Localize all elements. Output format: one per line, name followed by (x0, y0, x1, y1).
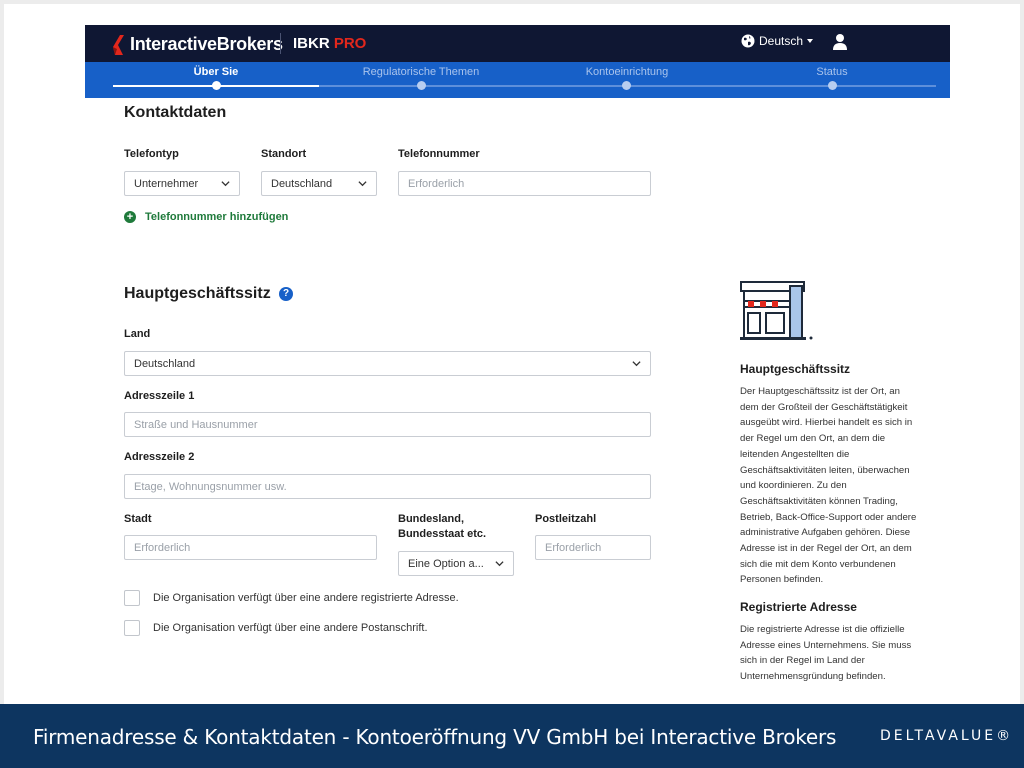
side-text-line: administrative Aufgaben gehören. Diese (740, 527, 911, 539)
side-title-hq: Hauptgeschäftssitz (740, 362, 851, 376)
plus-circle-icon: + (124, 211, 136, 223)
step-dot (417, 81, 426, 90)
location-value: Deutschland (271, 177, 333, 190)
location-label: Standort (261, 148, 307, 160)
address2-label: Adresszeile 2 (124, 451, 195, 463)
location-select[interactable]: Deutschland (261, 171, 377, 196)
side-text-line: Adresse eines Unternehmens. Sie muss (740, 639, 912, 651)
ib-logo-icon (113, 34, 124, 55)
chevron-down-icon (358, 181, 367, 187)
side-text-line: Betrieb, Back-Office-Support oder andere (740, 511, 917, 523)
add-phone-link[interactable]: + Telefonnummer hinzufügen (124, 211, 288, 223)
zip-label: Postleitzahl (535, 513, 597, 525)
address1-label: Adresszeile 1 (124, 390, 195, 402)
side-text-line: Geschäftsaktivitäten leiten, überwachen (740, 464, 910, 476)
country-label: Land (124, 328, 151, 340)
step-kontoeinrichtung[interactable]: Kontoeinrichtung (547, 66, 707, 78)
zip-input[interactable]: Erforderlich (535, 535, 651, 560)
globe-icon (741, 34, 755, 48)
language-selector[interactable]: Deutsch (741, 34, 814, 48)
user-icon[interactable] (832, 33, 848, 50)
side-title-registered: Registrierte Adresse (740, 600, 857, 614)
step-status[interactable]: Status (752, 66, 912, 78)
side-text-line: Personen befinden. (740, 574, 824, 586)
state-value: Eine Option a... (408, 557, 484, 570)
side-text-line: Der Hauptgeschäftssitz ist der Ort, an (740, 386, 900, 397)
chevron-down-icon (221, 181, 230, 187)
language-label: Deutsch (759, 34, 804, 48)
checkbox[interactable] (124, 590, 140, 606)
chevron-down-icon (807, 39, 814, 43)
side-text-line: sich in der Regel im Land der (740, 655, 865, 667)
brand-name: InteractiveBrokers (130, 34, 283, 54)
side-text-line: Unternehmensgründung befinden. (740, 671, 886, 683)
slide-frame: InteractiveBrokers IBKR PRO Deutsch Über… (0, 0, 1024, 768)
side-text-registered: Die registrierte Adresse ist die offizie… (740, 622, 928, 685)
top-header: InteractiveBrokers IBKR PRO Deutsch (85, 25, 950, 62)
city-label: Stadt (124, 513, 152, 525)
side-text-line: dem der Großteil der Geschäftstätigkeit (740, 401, 908, 413)
phone-number-label: Telefonnummer (398, 148, 480, 160)
side-text-line: sich die mit dem Konto verbundenen (740, 558, 896, 570)
state-select[interactable]: Eine Option a... (398, 551, 514, 576)
deltavalue-logo: DELTAVALUE® (880, 728, 1014, 744)
state-label-line1: Bundesland, (398, 513, 465, 525)
product-label: IBKR (293, 35, 330, 52)
phone-number-input[interactable]: Erforderlich (398, 171, 651, 196)
storefront-icon (740, 281, 813, 340)
city-input[interactable]: Erforderlich (124, 535, 377, 560)
step-dot (622, 81, 631, 90)
side-text-line: Die registrierte Adresse ist die offizie… (740, 624, 905, 635)
state-label: Bundesland, Bundesstaat etc. (398, 512, 486, 542)
add-phone-label: Telefonnummer hinzufügen (145, 211, 289, 223)
side-text-line: und koordinieren. Zu den (740, 480, 847, 492)
side-text-line: ausgeübt wird. Hierbei handelt es sich i… (740, 417, 913, 429)
step-regulatorische-themen[interactable]: Regulatorische Themen (341, 66, 501, 78)
header-divider (280, 33, 281, 54)
side-text-line: leitenden Angestellten die (740, 448, 850, 460)
checkbox-postal-address[interactable]: Die Organisation verfügt über eine ander… (124, 620, 428, 636)
chevron-down-icon (632, 361, 641, 367)
state-label-line2: Bundesstaat etc. (398, 528, 487, 540)
side-text-hq: Der Hauptgeschäftssitz ist der Ort, an d… (740, 384, 928, 588)
section-title-hq: Hauptgeschäftssitz (124, 285, 271, 302)
side-text-line: Adresse ist in der Regel der Ort, an dem (740, 543, 912, 555)
side-text-line: Geschäftsaktivitäten können Trading, (740, 495, 898, 507)
checkbox-registered-address[interactable]: Die Organisation verfügt über eine ander… (124, 590, 459, 606)
product-name: IBKR PRO (293, 35, 366, 52)
chevron-down-icon (495, 561, 504, 567)
product-suffix: PRO (333, 35, 367, 52)
phone-type-select[interactable]: Unternehmer (124, 171, 240, 196)
caption-title: Firmenadresse & Kontaktdaten - Kontoeröf… (33, 725, 837, 749)
address2-input[interactable]: Etage, Wohnungsnummer usw. (124, 474, 651, 499)
checkbox-postal-label: Die Organisation verfügt über eine ander… (153, 622, 428, 634)
country-select[interactable]: Deutschland (124, 351, 651, 376)
help-icon[interactable]: ? (279, 287, 293, 301)
step-ueber-sie[interactable]: Über Sie (136, 66, 296, 78)
step-dot-active (212, 81, 221, 90)
section-title-contact: Kontaktdaten (124, 104, 227, 121)
phone-type-label: Telefontyp (124, 148, 179, 160)
caption-bar: Firmenadresse & Kontaktdaten - Kontoeröf… (0, 704, 1024, 768)
address1-input[interactable]: Straße und Hausnummer (124, 412, 651, 437)
checkbox[interactable] (124, 620, 140, 636)
step-dot (828, 81, 837, 90)
progress-stepper: Über Sie Regulatorische Themen Kontoeinr… (85, 62, 950, 98)
country-value: Deutschland (134, 357, 196, 370)
ib-logo[interactable]: InteractiveBrokers (113, 34, 283, 55)
side-text-line: der Regel um den Ort, an dem die (740, 433, 886, 445)
phone-type-value: Unternehmer (134, 177, 199, 190)
checkbox-registered-label: Die Organisation verfügt über eine ander… (153, 592, 459, 604)
